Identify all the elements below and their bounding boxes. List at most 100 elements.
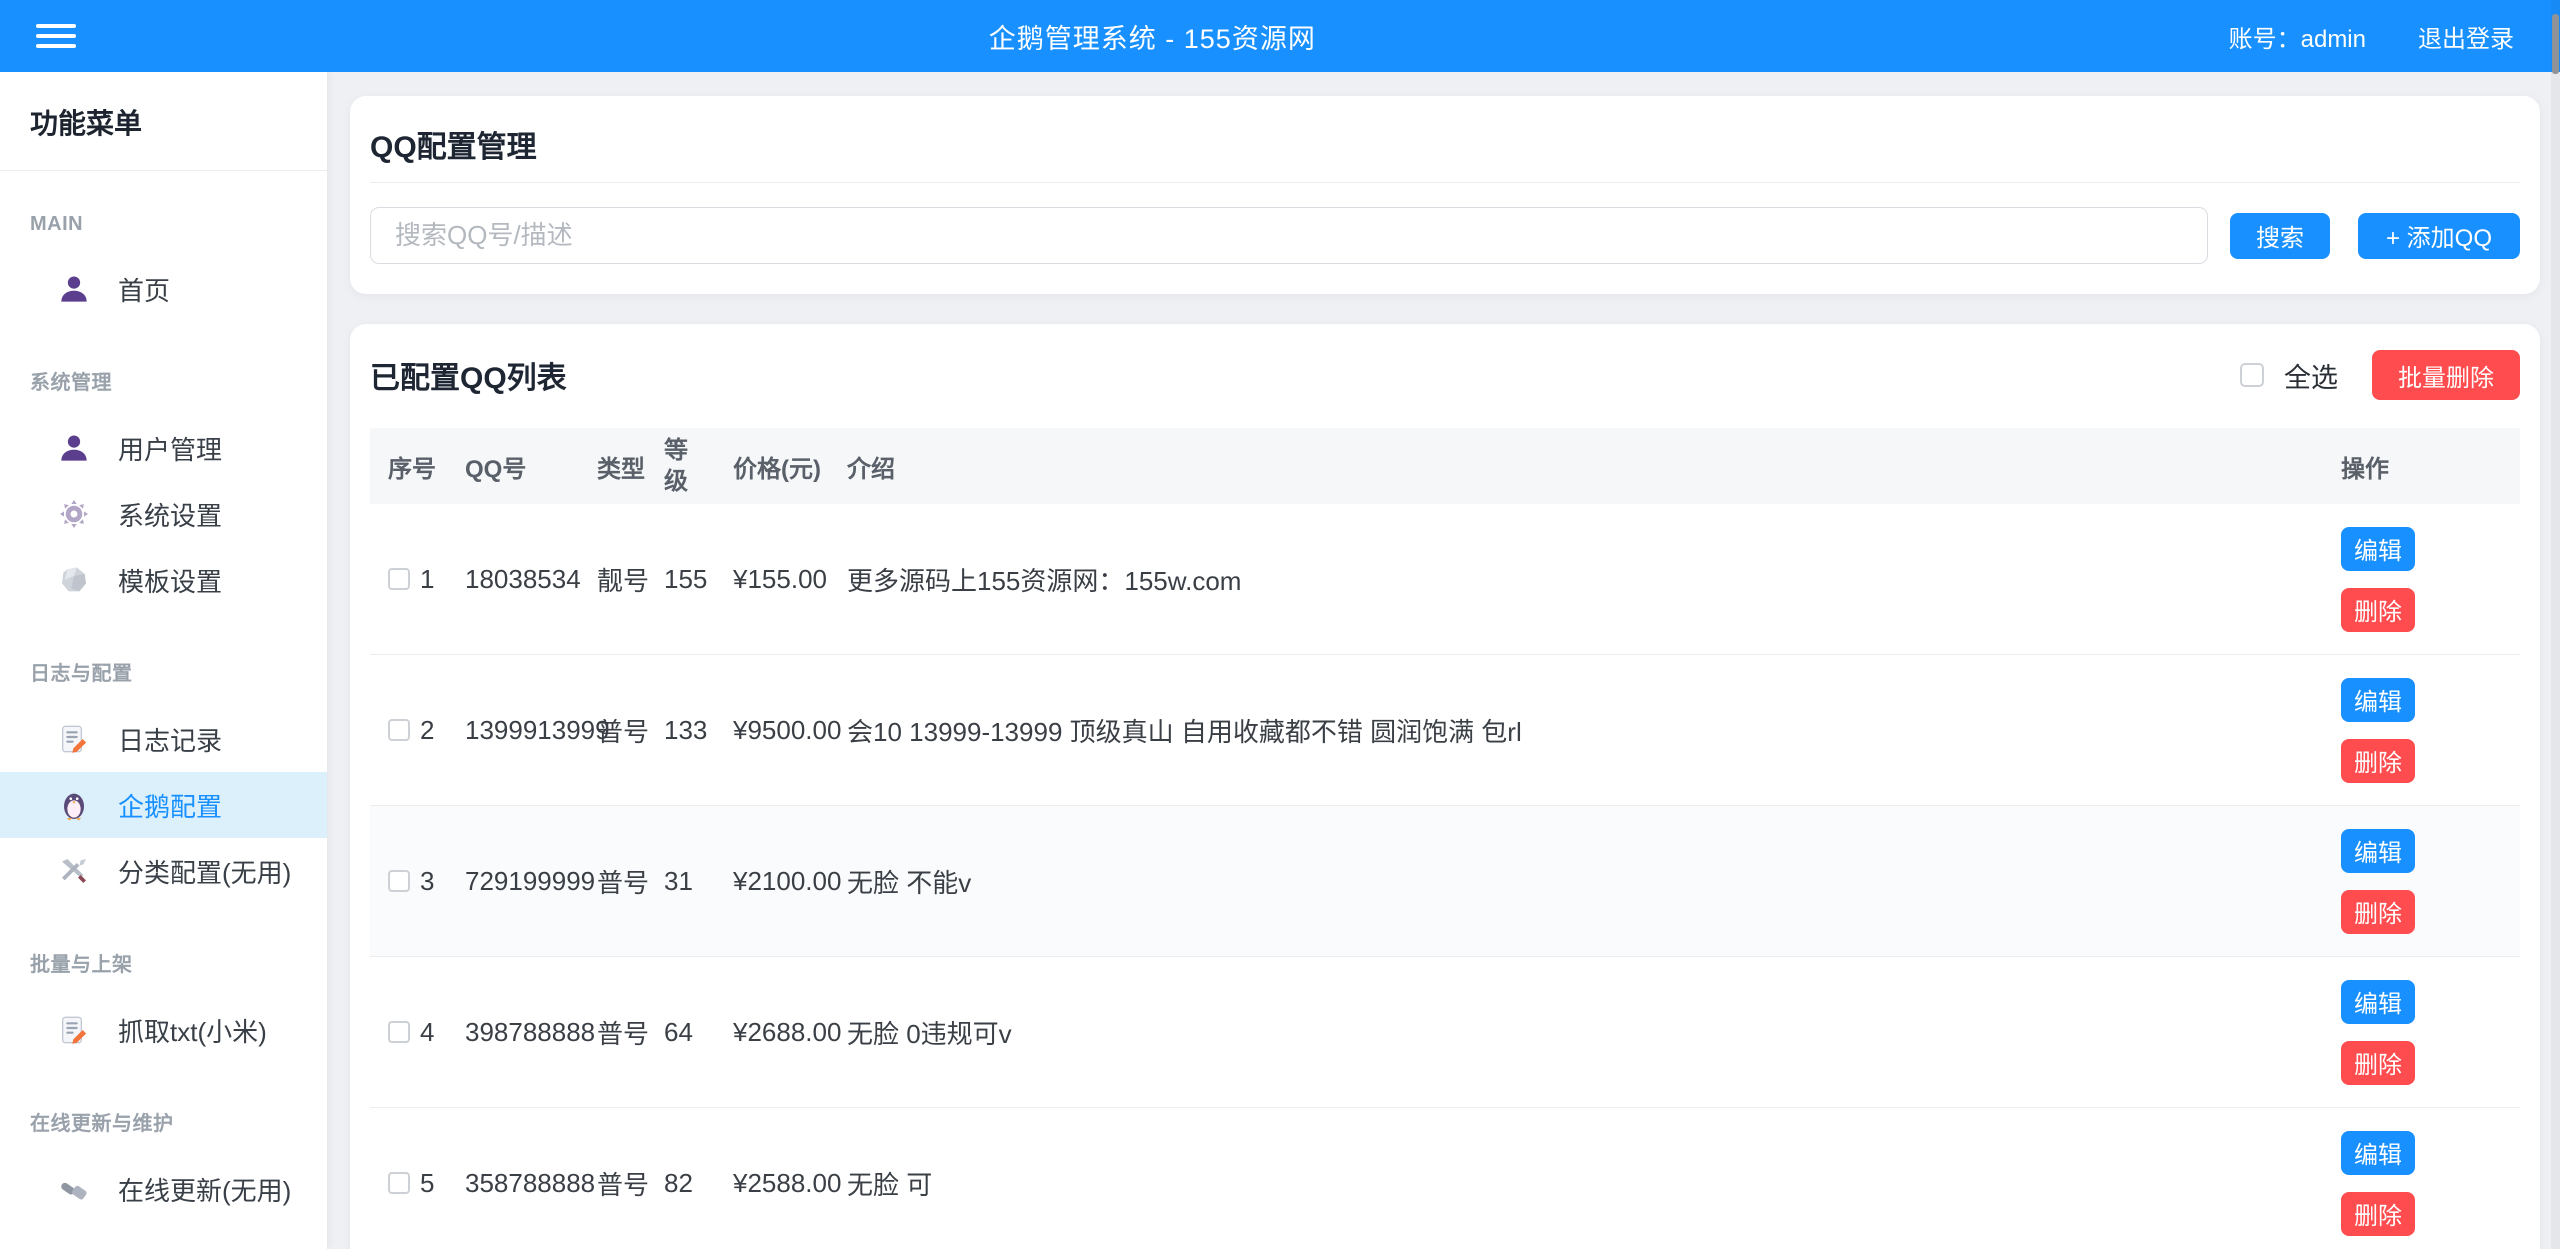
edit-button[interactable]: 编辑 bbox=[2341, 829, 2415, 873]
sidebar-section-label: 日志与配置 bbox=[0, 657, 327, 686]
qq-type: 普号 bbox=[597, 863, 664, 900]
sidebar-section-label: 在线更新与维护 bbox=[0, 1107, 327, 1136]
qq-table: 序号 QQ号 类型 等级 价格(元) 介绍 操作 1 18038534 靓号 1… bbox=[370, 428, 2520, 1249]
sidebar-section: 日志与配置 日志记录 企鹅配置 分类配置(无用) bbox=[0, 657, 327, 904]
table-row: 1 18038534 靓号 155 ¥155.00 更多源码上155资源网：15… bbox=[370, 504, 2520, 655]
qq-type: 普号 bbox=[597, 1014, 664, 1051]
select-all-label: 全选 bbox=[2284, 356, 2338, 395]
row-checkbox[interactable] bbox=[388, 1021, 410, 1043]
qq-intro: 无脸 0违规可v bbox=[847, 1014, 2341, 1051]
row-checkbox[interactable] bbox=[388, 870, 410, 892]
qq-price: ¥155.00 bbox=[733, 564, 847, 595]
sidebar-section-label: 批量与上架 bbox=[0, 948, 327, 977]
qq-price: ¥2688.00 bbox=[733, 1017, 847, 1048]
delete-button[interactable]: 删除 bbox=[2341, 890, 2415, 934]
sidebar-section: 系统管理 用户管理 系统设置 模板设置 bbox=[0, 366, 327, 613]
add-qq-button[interactable]: + 添加QQ bbox=[2358, 213, 2520, 259]
qq-price: ¥2100.00 bbox=[733, 866, 847, 897]
tools-icon bbox=[58, 855, 90, 887]
topbar: 企鹅管理系统 - 155资源网 账号：admin 退出登录 bbox=[0, 0, 2560, 72]
app-title: 企鹅管理系统 - 155资源网 bbox=[76, 17, 2229, 56]
memo-icon bbox=[58, 723, 90, 755]
delete-button[interactable]: 删除 bbox=[2341, 1041, 2415, 1085]
sidebar-item-模板设置[interactable]: 模板设置 bbox=[0, 547, 327, 613]
sidebar-item-用户管理[interactable]: 用户管理 bbox=[0, 415, 327, 481]
sidebar-item-分类配置(无用)[interactable]: 分类配置(无用) bbox=[0, 838, 327, 904]
sidebar-item-系统设置[interactable]: 系统设置 bbox=[0, 481, 327, 547]
qq-level: 133 bbox=[664, 715, 733, 746]
qq-number: 18038534 bbox=[465, 564, 597, 595]
main-content: QQ配置管理 搜索 + 添加QQ 已配置QQ列表 全选 批量删除 序号 QQ号 … bbox=[327, 72, 2560, 1249]
qq-intro: 会10 13999-13999 顶级真山 自用收藏都不错 圆润饱满 包rl bbox=[847, 712, 2341, 749]
user-icon bbox=[58, 273, 90, 305]
header-type: 类型 bbox=[597, 449, 664, 484]
qq-number: 358788888 bbox=[465, 1168, 597, 1199]
account-label: 账号：admin bbox=[2229, 19, 2366, 54]
row-checkbox[interactable] bbox=[388, 1172, 410, 1194]
user-icon bbox=[58, 432, 90, 464]
sidebar-section-label: MAIN bbox=[0, 213, 327, 236]
qq-list-card: 已配置QQ列表 全选 批量删除 序号 QQ号 类型 等级 价格(元) 介绍 操作… bbox=[350, 324, 2540, 1249]
logout-link[interactable]: 退出登录 bbox=[2418, 19, 2514, 54]
qq-level: 64 bbox=[664, 1017, 733, 1048]
gear-icon bbox=[58, 498, 90, 530]
edit-button[interactable]: 编辑 bbox=[2341, 1131, 2415, 1175]
bolt-icon bbox=[58, 1173, 90, 1205]
divider bbox=[370, 182, 2520, 183]
qq-type: 普号 bbox=[597, 712, 664, 749]
qq-type: 靓号 bbox=[597, 561, 664, 598]
qq-level: 155 bbox=[664, 564, 733, 595]
header-index: 序号 bbox=[370, 449, 465, 484]
menu-hamburger-icon[interactable] bbox=[36, 24, 76, 48]
sidebar-sections: MAIN 首页 系统管理 用户管理 系统设置 模板设置 日志与配置 日志记录 企… bbox=[0, 171, 327, 1222]
table-row: 3 729199999 普号 31 ¥2100.00 无脸 不能v 编辑 删除 bbox=[370, 806, 2520, 957]
penguin-icon bbox=[58, 789, 90, 821]
delete-button[interactable]: 删除 bbox=[2341, 588, 2415, 632]
sidebar-section: MAIN 首页 bbox=[0, 213, 327, 322]
delete-button[interactable]: 删除 bbox=[2341, 739, 2415, 783]
table-row: 2 1399913999 普号 133 ¥9500.00 会10 13999-1… bbox=[370, 655, 2520, 806]
select-all-checkbox[interactable] bbox=[2240, 363, 2264, 387]
search-button[interactable]: 搜索 bbox=[2230, 213, 2330, 259]
sidebar-item-日志记录[interactable]: 日志记录 bbox=[0, 706, 327, 772]
edit-button[interactable]: 编辑 bbox=[2341, 678, 2415, 722]
qq-intro: 更多源码上155资源网：155w.com bbox=[847, 561, 2341, 598]
header-qq: QQ号 bbox=[465, 449, 597, 484]
sidebar: 功能菜单 MAIN 首页 系统管理 用户管理 系统设置 模板设置 日志与配置 日… bbox=[0, 72, 327, 1249]
qq-level: 82 bbox=[664, 1168, 733, 1199]
qq-price: ¥9500.00 bbox=[733, 715, 847, 746]
bulk-delete-button[interactable]: 批量删除 bbox=[2372, 350, 2520, 400]
edit-button[interactable]: 编辑 bbox=[2341, 527, 2415, 571]
edit-button[interactable]: 编辑 bbox=[2341, 980, 2415, 1024]
sidebar-section: 批量与上架 抓取txt(小米) bbox=[0, 948, 327, 1063]
delete-button[interactable]: 删除 bbox=[2341, 1192, 2415, 1236]
sidebar-item-首页[interactable]: 首页 bbox=[0, 256, 327, 322]
qq-number: 729199999 bbox=[465, 866, 597, 897]
row-checkbox[interactable] bbox=[388, 568, 410, 590]
qq-intro: 无脸 不能v bbox=[847, 863, 2341, 900]
qq-number: 398788888 bbox=[465, 1017, 597, 1048]
scrollbar-thumb[interactable] bbox=[2552, 14, 2559, 74]
sidebar-section-label: 系统管理 bbox=[0, 366, 327, 395]
rock-icon bbox=[58, 564, 90, 596]
sidebar-section: 在线更新与维护 在线更新(无用) bbox=[0, 1107, 327, 1222]
qq-config-card: QQ配置管理 搜索 + 添加QQ bbox=[350, 96, 2540, 294]
table-row: 4 398788888 普号 64 ¥2688.00 无脸 0违规可v 编辑 删… bbox=[370, 957, 2520, 1108]
header-intro: 介绍 bbox=[847, 449, 2341, 484]
sidebar-item-抓取txt(小米)[interactable]: 抓取txt(小米) bbox=[0, 997, 327, 1063]
table-header-row: 序号 QQ号 类型 等级 价格(元) 介绍 操作 bbox=[370, 428, 2520, 504]
row-checkbox[interactable] bbox=[388, 719, 410, 741]
sidebar-title: 功能菜单 bbox=[0, 72, 327, 171]
header-level: 等级 bbox=[664, 435, 733, 497]
table-row: 5 358788888 普号 82 ¥2588.00 无脸 可 编辑 删除 bbox=[370, 1108, 2520, 1249]
header-price: 价格(元) bbox=[733, 449, 847, 484]
qq-number: 1399913999 bbox=[465, 715, 597, 746]
sidebar-item-企鹅配置[interactable]: 企鹅配置 bbox=[0, 772, 327, 838]
qq-level: 31 bbox=[664, 866, 733, 897]
search-input[interactable] bbox=[370, 207, 2208, 264]
qq-type: 普号 bbox=[597, 1165, 664, 1202]
qq-price: ¥2588.00 bbox=[733, 1168, 847, 1199]
memo-icon bbox=[58, 1014, 90, 1046]
scrollbar-track[interactable] bbox=[2551, 0, 2560, 1249]
sidebar-item-在线更新(无用)[interactable]: 在线更新(无用) bbox=[0, 1156, 327, 1222]
